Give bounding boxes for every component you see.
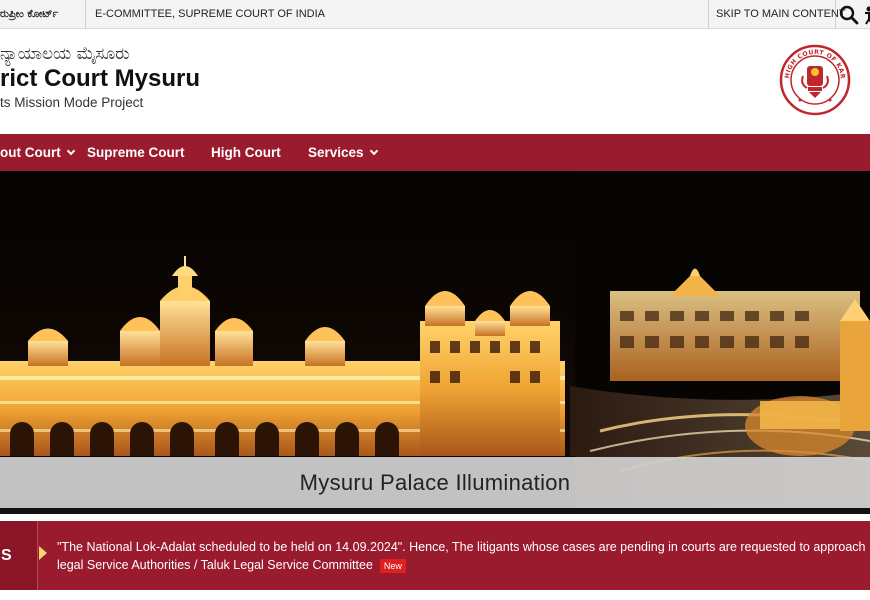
top-utility-bar: ರುಪ್ರೀಂ ಕೋರ್ಟ್ E-COMMITTEE, SUPREME COUR… — [0, 0, 870, 29]
ecommittee-link[interactable]: E-COMMITTEE, SUPREME COURT OF INDIA — [95, 0, 325, 29]
chevron-down-icon — [369, 146, 378, 156]
accessibility-icon[interactable] — [864, 4, 870, 26]
main-navigation: out Court Supreme Court High Court Servi… — [0, 134, 870, 171]
announcements-ticker: S "The National Lok-Adalat scheduled to … — [0, 514, 870, 590]
nav-supreme-court[interactable]: Supreme Court — [87, 134, 185, 171]
page-bottom-strip — [0, 590, 870, 600]
court-name-kannada: ನ್ಯಾಯಾಲಯ ಮೈಸೂರು — [0, 44, 130, 64]
nav-services[interactable]: Services — [308, 134, 378, 171]
nav-high-court[interactable]: High Court — [211, 134, 281, 171]
nav-about-court-label: out Court — [0, 145, 61, 160]
caret-right-icon — [39, 546, 47, 560]
high-court-karnataka-emblem-logo[interactable]: HIGH COURT OF KARNATAKA — [775, 37, 852, 118]
ticker-top-gap — [0, 514, 870, 521]
court-name-heading[interactable]: rict Court Mysuru — [0, 65, 200, 93]
skip-to-main-content-link[interactable]: SKIP TO MAIN CONTENT — [708, 0, 846, 29]
search-icon[interactable] — [838, 4, 860, 26]
nav-about-court[interactable]: out Court — [0, 134, 75, 171]
site-header: ನ್ಯಾಯಾಲಯ ಮೈಸೂರು rict Court Mysuru ts Mis… — [0, 29, 870, 134]
new-badge: New — [379, 558, 406, 573]
supreme-court-kannada-link[interactable]: ರುಪ್ರೀಂ ಕೋರ್ಟ್ — [0, 0, 86, 29]
announcement-line-1[interactable]: "The National Lok-Adalat scheduled to be… — [57, 538, 870, 556]
banner-caption: Mysuru Palace Illumination — [0, 457, 870, 508]
announcement-item[interactable]: "The National Lok-Adalat scheduled to be… — [57, 538, 870, 574]
project-tagline: ts Mission Mode Project — [0, 95, 144, 110]
announcements-label: S — [0, 521, 38, 590]
chevron-down-icon — [66, 146, 75, 156]
announcement-line-2[interactable]: legal Service Authorities / Taluk Legal … — [57, 558, 373, 572]
nav-services-label: Services — [308, 145, 364, 160]
